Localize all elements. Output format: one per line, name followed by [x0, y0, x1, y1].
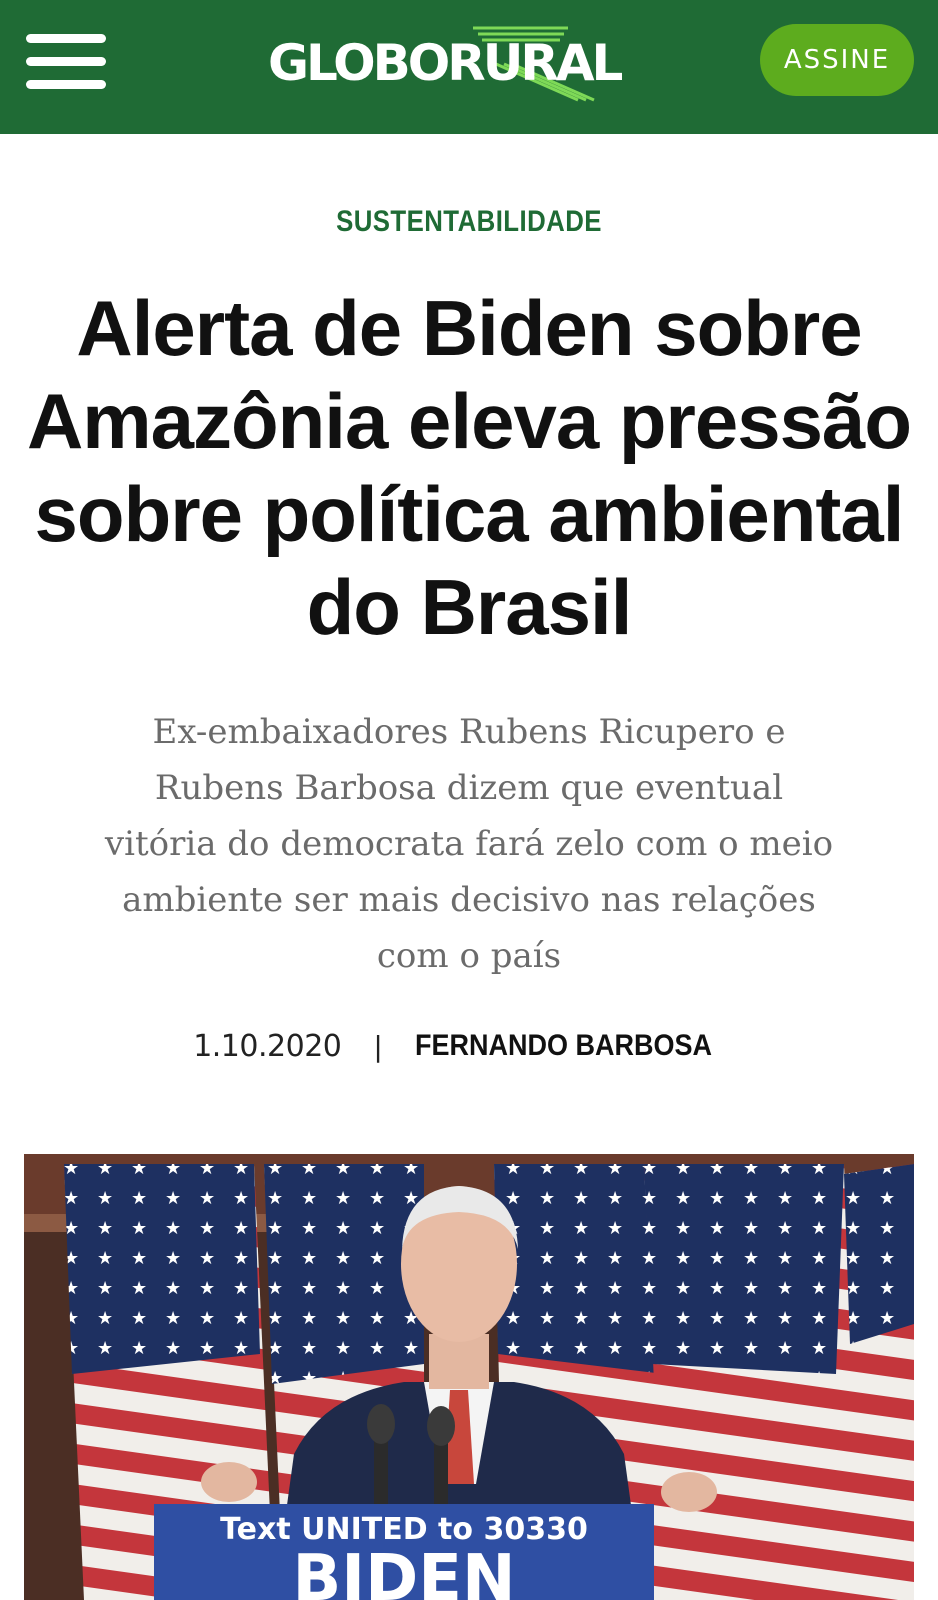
- top-bar: GLOBORURAL ASSINE: [0, 0, 938, 134]
- flag-far-right: [844, 1164, 914, 1600]
- section-label[interactable]: SUSTENTABILIDADE: [66, 205, 873, 239]
- headline-line: Alerta de Biden sobre: [76, 284, 862, 372]
- photo-illustration: ★: [24, 1154, 914, 1600]
- headline-line: do Brasil: [306, 563, 633, 651]
- summary-line: vitória do democrata fará zelo com o mei…: [104, 824, 834, 864]
- article-summary: Ex-embaixadores Rubens Ricupero e Rubens…: [20, 704, 918, 984]
- headline-line: Amazônia eleva pressão: [26, 377, 912, 465]
- byline-separator: |: [373, 1029, 383, 1063]
- summary-line: Rubens Barbosa dizem que eventual: [154, 768, 784, 808]
- article-headline: Alerta de Biden sobre Amazônia eleva pre…: [10, 282, 928, 654]
- publish-date: 1.10.2020: [193, 1028, 342, 1064]
- globo-rural-logo[interactable]: GLOBORURAL: [268, 24, 623, 104]
- flag-right: [644, 1164, 864, 1600]
- subscribe-button[interactable]: ASSINE: [760, 24, 914, 96]
- podium-name: BIDEN: [293, 1542, 516, 1600]
- summary-line: com o país: [376, 936, 562, 976]
- article-photo[interactable]: ★: [24, 1154, 914, 1600]
- summary-line: Ex-embaixadores Rubens Ricupero e: [152, 712, 786, 752]
- headline-line: sobre política ambiental: [34, 470, 905, 558]
- author-name[interactable]: FERNANDO BARBOSA: [415, 1029, 712, 1063]
- logo-wordmark: GLOBORURAL: [268, 34, 623, 92]
- hamburger-menu-icon[interactable]: [26, 34, 106, 90]
- byline: 1.10.2020 | FERNANDO BARBOSA: [0, 1026, 938, 1066]
- summary-line: ambiente ser mais decisivo nas relações: [122, 880, 816, 920]
